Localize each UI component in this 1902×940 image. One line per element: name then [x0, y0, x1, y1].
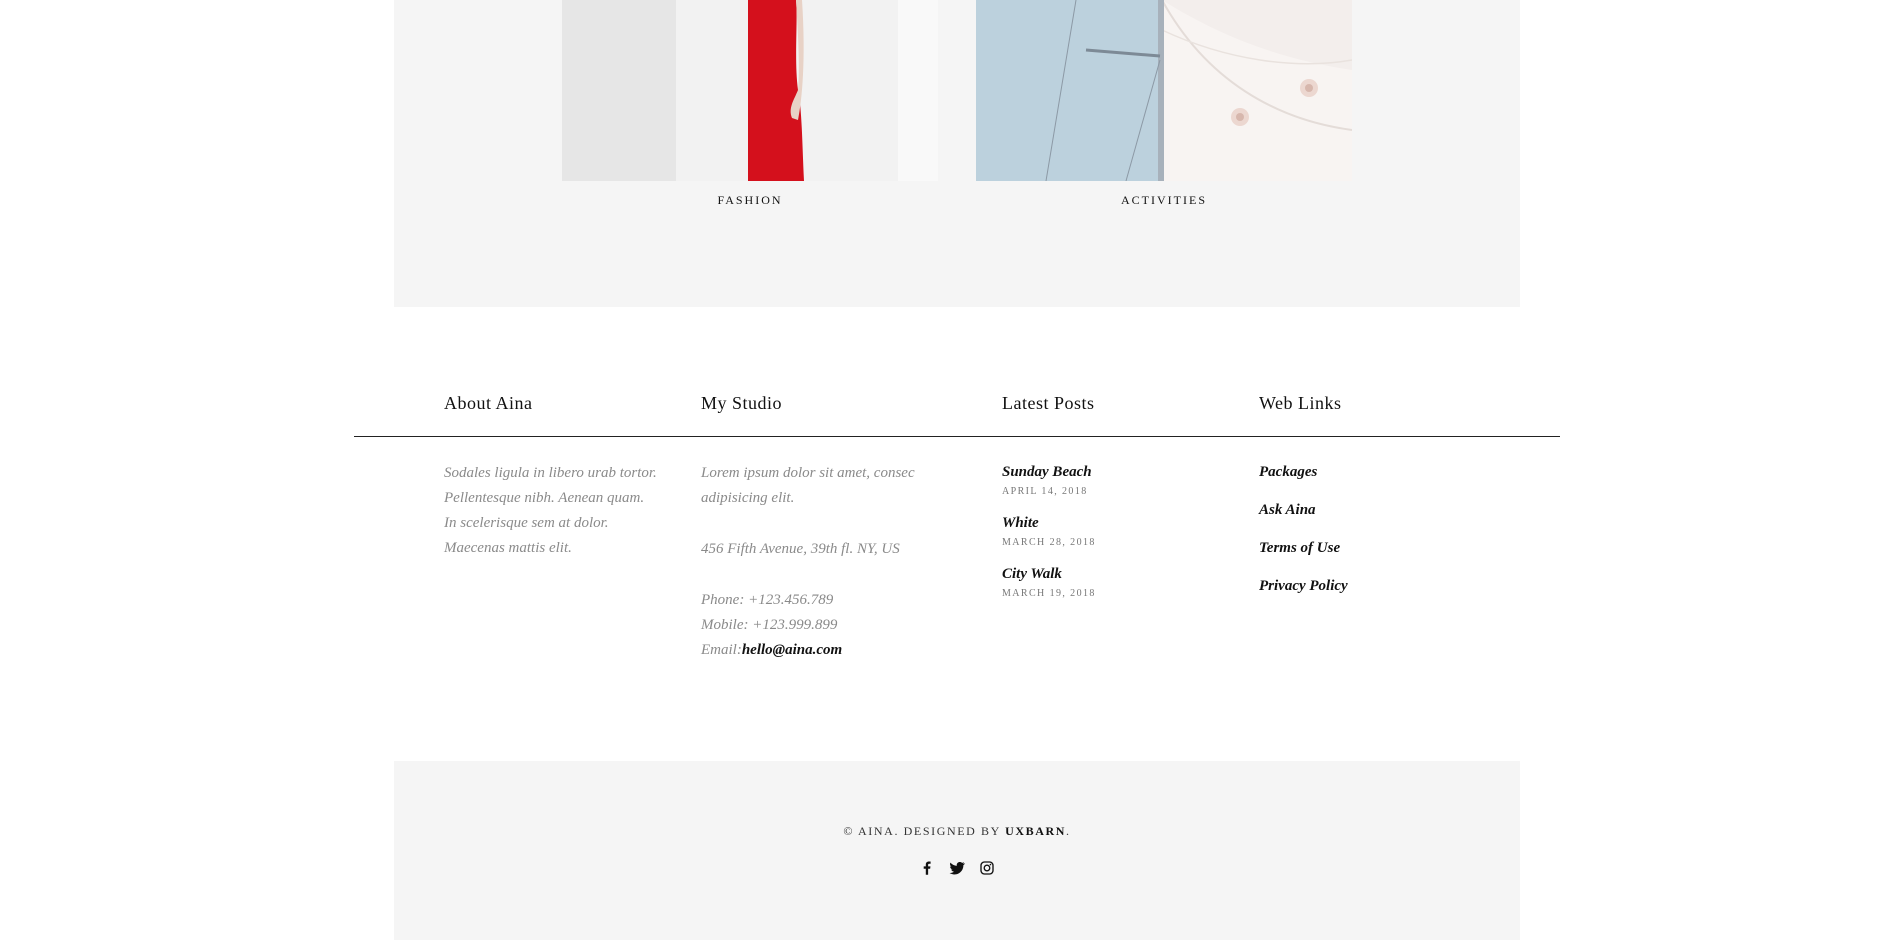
copyright-prefix: © AINA. DESIGNED BY — [843, 824, 1006, 838]
studio-email-link[interactable]: hello@aina.com — [742, 642, 842, 658]
post-date: MARCH 19, 2018 — [1002, 588, 1096, 599]
facebook-icon[interactable] — [918, 859, 936, 877]
studio-info: Lorem ipsum dolor sit amet, consec adipi… — [701, 461, 941, 689]
about-line: In scelerisque sem at dolor. — [444, 515, 609, 531]
site-footer: © AINA. DESIGNED BY UXBARN. — [394, 761, 1520, 940]
links-heading: Web Links — [1259, 393, 1342, 413]
studio-intro-line: adipisicing elit. — [701, 490, 795, 506]
twitter-icon[interactable] — [948, 859, 966, 877]
copyright-text: © AINA. DESIGNED BY UXBARN. — [394, 824, 1520, 839]
social-links — [394, 859, 1520, 877]
post-title[interactable]: White — [1002, 513, 1222, 533]
post-date: MARCH 28, 2018 — [1002, 537, 1096, 548]
web-link-terms-of-use[interactable]: Terms of Use — [1259, 538, 1459, 558]
latest-posts-list: Sunday Beach APRIL 14, 2018 White MARCH … — [1002, 462, 1222, 615]
studio-heading: My Studio — [701, 393, 783, 413]
post-title[interactable]: City Walk — [1002, 564, 1222, 584]
about-text: Sodales ligula in libero urab tortor. Pe… — [444, 461, 674, 561]
about-line: Pellentesque nibh. Aenean quam. — [444, 490, 645, 506]
post-item: Sunday Beach APRIL 14, 2018 — [1002, 462, 1222, 497]
activities-thumbnail[interactable] — [976, 0, 1352, 181]
instagram-icon[interactable] — [978, 859, 996, 877]
post-date: APRIL 14, 2018 — [1002, 486, 1088, 497]
web-link-privacy-policy[interactable]: Privacy Policy — [1259, 576, 1459, 596]
about-line: Maecenas mattis elit. — [444, 540, 572, 556]
activities-caption[interactable]: ACTIVITIES — [976, 193, 1352, 208]
studio-intro-line: Lorem ipsum dolor sit amet, consec — [701, 465, 915, 481]
fashion-image — [562, 0, 938, 181]
copyright-suffix: . — [1066, 824, 1071, 838]
fashion-thumbnail[interactable] — [562, 0, 938, 181]
designer-link[interactable]: UXBARN — [1005, 824, 1066, 838]
studio-address: 456 Fifth Avenue, 39th fl. NY, US — [701, 541, 900, 557]
post-title[interactable]: Sunday Beach — [1002, 462, 1222, 482]
studio-phone: Phone: +123.456.789 — [701, 592, 834, 608]
activities-image — [976, 0, 1352, 181]
footer-divider — [354, 436, 1560, 437]
studio-email-label: Email: — [701, 642, 742, 658]
web-links-list: Packages Ask Aina Terms of Use Privacy P… — [1259, 462, 1459, 614]
posts-heading: Latest Posts — [1002, 393, 1095, 413]
web-link-packages[interactable]: Packages — [1259, 462, 1459, 482]
post-item: White MARCH 28, 2018 — [1002, 513, 1222, 548]
about-line: Sodales ligula in libero urab tortor. — [444, 465, 657, 481]
web-link-ask-aina[interactable]: Ask Aina — [1259, 500, 1459, 520]
fashion-caption[interactable]: FASHION — [562, 193, 938, 208]
about-heading: About Aina — [444, 393, 533, 413]
post-item: City Walk MARCH 19, 2018 — [1002, 564, 1222, 599]
studio-mobile: Mobile: +123.999.899 — [701, 617, 838, 633]
